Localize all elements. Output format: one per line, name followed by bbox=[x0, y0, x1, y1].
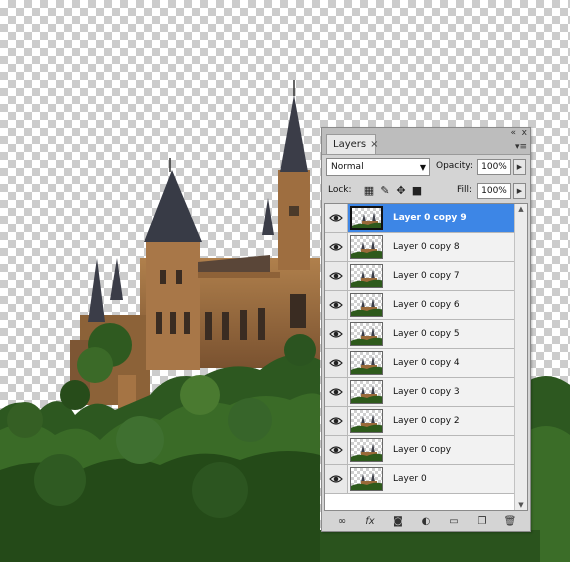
tab-layers-label: Layers bbox=[333, 139, 367, 150]
layer-name: Layer 0 copy 7 bbox=[393, 271, 460, 281]
new-layer-icon[interactable]: ❐ bbox=[474, 514, 490, 528]
eye-visibility-icon[interactable] bbox=[325, 262, 348, 290]
blend-mode-select[interactable]: Normal ▼ bbox=[326, 158, 430, 176]
layer-thumbnail bbox=[350, 467, 383, 491]
layer-thumbnail bbox=[350, 235, 383, 259]
layer-thumbnail bbox=[350, 293, 383, 317]
lock-fill-row: Lock: ▦ ✎ ✥ ■ Fill: 100% ▶ bbox=[326, 182, 526, 200]
opacity-label: Opacity: bbox=[436, 161, 473, 171]
adjustment-layer-icon[interactable]: ◐ bbox=[418, 514, 434, 528]
layer-thumbnail bbox=[350, 351, 383, 375]
opacity-slider-button[interactable]: ▶ bbox=[513, 159, 526, 175]
layer-row[interactable]: Layer 0 bbox=[325, 465, 516, 494]
lock-position-move-icon[interactable]: ✥ bbox=[395, 184, 407, 197]
chevron-down-icon: ▼ bbox=[419, 163, 426, 172]
layer-row[interactable]: Layer 0 copy 4 bbox=[325, 349, 516, 378]
fx-icon[interactable]: fx bbox=[362, 514, 378, 528]
eye-visibility-icon[interactable] bbox=[325, 291, 348, 319]
eye-visibility-icon[interactable] bbox=[325, 204, 348, 232]
layer-row[interactable]: Layer 0 copy 2 bbox=[325, 407, 516, 436]
layer-name: Layer 0 copy 6 bbox=[393, 300, 460, 310]
scroll-down-icon[interactable]: ▼ bbox=[515, 500, 527, 510]
fill-field[interactable]: 100% bbox=[477, 183, 511, 199]
scroll-up-icon[interactable]: ▲ bbox=[515, 204, 527, 214]
lock-image-brush-icon[interactable]: ✎ bbox=[379, 184, 391, 197]
layer-row[interactable]: Layer 0 copy 3 bbox=[325, 378, 516, 407]
lock-all-icon[interactable]: ■ bbox=[411, 184, 423, 197]
layer-name: Layer 0 copy bbox=[393, 445, 452, 455]
layers-scrollbar[interactable]: ▲ ▼ bbox=[514, 204, 527, 510]
panel-menu-icon[interactable]: ▾≡ bbox=[515, 142, 527, 152]
layer-name: Layer 0 copy 5 bbox=[393, 329, 460, 339]
layer-thumbnail bbox=[350, 409, 383, 433]
blend-mode-value: Normal bbox=[331, 162, 364, 172]
layer-thumbnail bbox=[350, 264, 383, 288]
layer-name: Layer 0 bbox=[393, 474, 427, 484]
eye-visibility-icon[interactable] bbox=[325, 349, 348, 377]
layers-bottom-toolbar: ∞ fx ◙ ◐ ▭ ❐ 🗑 bbox=[322, 511, 530, 531]
lock-label: Lock: bbox=[328, 185, 352, 195]
blend-opacity-row: Normal ▼ Opacity: 100% ▶ bbox=[326, 158, 526, 176]
new-group-icon[interactable]: ▭ bbox=[446, 514, 462, 528]
eye-visibility-icon[interactable] bbox=[325, 407, 348, 435]
layer-thumbnail bbox=[350, 438, 383, 462]
eye-visibility-icon[interactable] bbox=[325, 233, 348, 261]
layer-row[interactable]: Layer 0 copy 7 bbox=[325, 262, 516, 291]
layer-row[interactable]: Layer 0 copy bbox=[325, 436, 516, 465]
layers-list: Layer 0 copy 9 Layer 0 copy 8 Layer 0 copy… bbox=[324, 203, 528, 511]
layer-row[interactable]: Layer 0 copy 5 bbox=[325, 320, 516, 349]
eye-visibility-icon[interactable] bbox=[325, 320, 348, 348]
tab-layers[interactable]: Layers × bbox=[326, 134, 378, 154]
panel-titlebar[interactable]: Layers × « x ▾≡ bbox=[322, 128, 530, 155]
fill-slider-button[interactable]: ▶ bbox=[513, 183, 526, 199]
layer-mask-icon[interactable]: ◙ bbox=[390, 514, 406, 528]
lock-transparent-icon[interactable]: ▦ bbox=[363, 184, 375, 197]
layer-name: Layer 0 copy 4 bbox=[393, 358, 460, 368]
layer-name: Layer 0 copy 3 bbox=[393, 387, 460, 397]
close-window-icon[interactable]: x bbox=[522, 128, 527, 138]
layer-row[interactable]: Layer 0 copy 6 bbox=[325, 291, 516, 320]
layer-thumbnail bbox=[350, 206, 383, 230]
eye-visibility-icon[interactable] bbox=[325, 378, 348, 406]
layer-row[interactable]: Layer 0 copy 9 bbox=[325, 204, 516, 233]
close-icon[interactable]: × bbox=[370, 139, 378, 150]
trash-icon[interactable]: 🗑 bbox=[502, 514, 518, 528]
fill-label: Fill: bbox=[457, 185, 473, 195]
layer-thumbnail bbox=[350, 322, 383, 346]
layer-row[interactable]: Layer 0 copy 8 bbox=[325, 233, 516, 262]
opacity-field[interactable]: 100% bbox=[477, 159, 511, 175]
layer-name: Layer 0 copy 2 bbox=[393, 416, 460, 426]
eye-visibility-icon[interactable] bbox=[325, 436, 348, 464]
layers-panel: Layers × « x ▾≡ Normal ▼ Opacity: 100% ▶… bbox=[321, 127, 531, 532]
layer-name: Layer 0 copy 8 bbox=[393, 242, 460, 252]
link-layers-icon[interactable]: ∞ bbox=[334, 514, 350, 528]
eye-visibility-icon[interactable] bbox=[325, 465, 348, 493]
layer-name: Layer 0 copy 9 bbox=[393, 213, 467, 223]
layer-thumbnail bbox=[350, 380, 383, 404]
collapse-icon[interactable]: « bbox=[510, 128, 516, 138]
